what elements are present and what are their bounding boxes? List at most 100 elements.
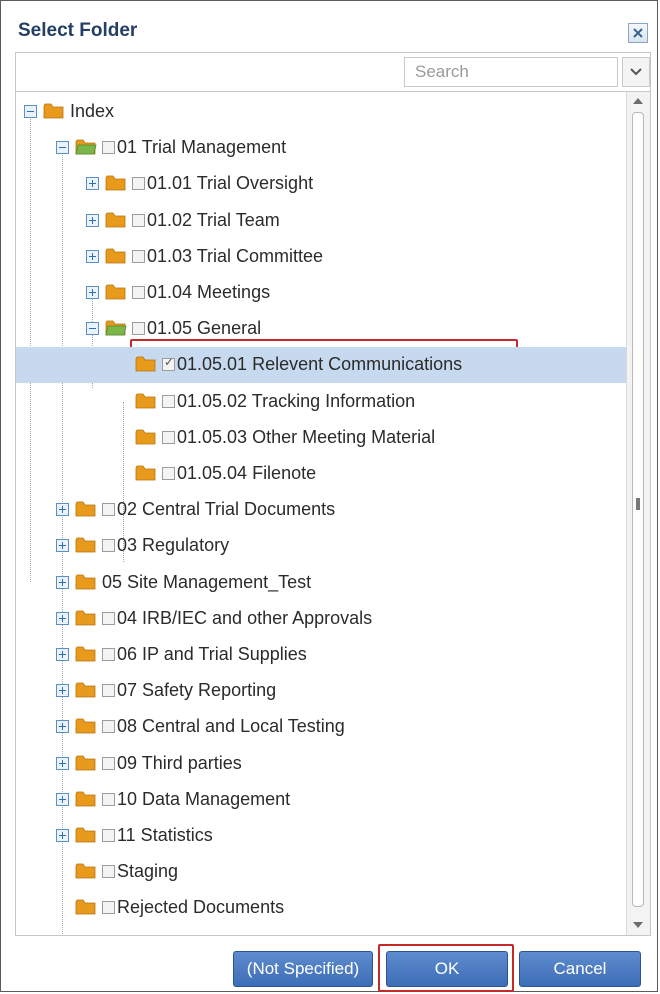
folder-icon — [75, 862, 97, 880]
scroll-grip-icon — [636, 498, 640, 510]
folder-checkbox[interactable] — [102, 865, 115, 879]
scroll-up-icon[interactable] — [633, 98, 643, 104]
folder-icon — [135, 464, 157, 482]
folder-checkbox[interactable] — [102, 141, 115, 155]
tree-item[interactable]: 01.03 Trial Committee — [16, 239, 626, 275]
tree-item-label: Index — [70, 101, 115, 121]
folder-checkbox[interactable] — [162, 355, 175, 372]
folder-checkbox[interactable] — [102, 539, 115, 553]
tree-item[interactable]: 01.05.04 Filenote — [16, 456, 626, 492]
tree-item-label: Rejected Documents — [117, 897, 285, 918]
folder-icon — [75, 500, 97, 518]
folder-checkbox[interactable] — [162, 467, 175, 480]
folder-icon — [75, 536, 97, 554]
folder-checkbox[interactable] — [102, 648, 115, 661]
tree-item[interactable]: 11 Statistics — [16, 818, 626, 854]
folder-checkbox[interactable] — [102, 684, 115, 698]
folder-checkbox[interactable] — [162, 430, 175, 444]
tree-item[interactable]: 07 Safety Reporting — [16, 673, 626, 709]
folder-checkbox[interactable] — [132, 213, 145, 227]
scroll-thumb[interactable] — [632, 112, 644, 907]
tree-item[interactable]: 04 IRB/IEC and other Approvals — [16, 601, 626, 637]
folder-icon — [105, 247, 127, 265]
collapse-icon[interactable] — [86, 322, 99, 336]
folder-checkbox[interactable] — [102, 720, 115, 734]
expand-icon[interactable] — [56, 720, 69, 734]
expand-icon[interactable] — [86, 213, 99, 227]
expand-icon[interactable] — [86, 249, 99, 263]
tree-item[interactable]: 10 Data Management — [16, 782, 626, 818]
folder-checkbox[interactable] — [162, 394, 175, 408]
folder-checkbox[interactable] — [102, 611, 115, 625]
folder-checkbox[interactable] — [102, 829, 115, 842]
folder-icon — [75, 645, 97, 663]
folder-checkbox[interactable] — [102, 901, 115, 915]
folder-icon — [75, 138, 97, 156]
expand-icon[interactable] — [56, 756, 69, 770]
tree-item-label: Staging — [117, 861, 179, 882]
tree-item[interactable]: 01.04 Meetings — [16, 275, 626, 311]
folder-checkbox[interactable] — [132, 177, 145, 191]
expand-icon[interactable] — [56, 792, 69, 806]
search-dropdown-button[interactable] — [622, 57, 650, 87]
collapse-icon[interactable] — [56, 141, 69, 155]
tree-item[interactable]: 01 Trial Management — [16, 130, 626, 166]
expand-icon[interactable] — [56, 611, 69, 625]
tree-item[interactable]: 02 Central Trial Documents — [16, 492, 626, 528]
folder-checkbox[interactable] — [132, 249, 145, 263]
tree-item[interactable]: 08 Central and Local Testing — [16, 709, 626, 745]
expand-icon[interactable] — [56, 648, 69, 661]
tree-item[interactable]: Staging — [16, 854, 626, 890]
tree-item[interactable]: 01.05 General — [16, 311, 626, 347]
tree-item[interactable]: 06 IP and Trial Supplies — [16, 637, 626, 673]
expand-icon[interactable] — [56, 539, 69, 553]
tree-item-label: 01.02 Trial Team — [147, 209, 280, 230]
tree-item[interactable]: Index — [16, 94, 626, 130]
folder-checkbox[interactable] — [102, 756, 115, 770]
tree-item-label: 01.05 General — [147, 318, 262, 339]
tree-item-selected[interactable]: 01.05.01 Relevent Communications — [16, 347, 626, 384]
tree-scrollbar[interactable] — [626, 92, 650, 935]
tree-item-label: 04 IRB/IEC and other Approvals — [117, 607, 373, 628]
folder-icon — [75, 609, 97, 627]
tree-item[interactable]: 09 Third parties — [16, 746, 626, 782]
tree-item-label: 03 Regulatory — [117, 535, 230, 556]
tree-item[interactable]: 03 Regulatory — [16, 528, 626, 564]
folder-icon — [105, 319, 127, 337]
folder-icon — [135, 355, 157, 373]
folder-checkbox[interactable] — [132, 322, 145, 336]
tree-item[interactable]: 01.02 Trial Team — [16, 203, 626, 239]
folder-icon — [75, 826, 97, 844]
tree-item-label: 02 Central Trial Documents — [117, 499, 336, 520]
folder-icon — [75, 681, 97, 699]
folder-icon — [75, 754, 97, 772]
search-bar — [15, 52, 651, 92]
folder-checkbox[interactable] — [102, 792, 115, 806]
expand-icon[interactable] — [86, 177, 99, 191]
expand-icon[interactable] — [56, 829, 69, 842]
tree-item[interactable]: 05 Site Management_Test — [16, 565, 626, 601]
not-specified-button[interactable]: (Not Specified) — [233, 951, 373, 987]
folder-icon — [105, 174, 127, 192]
tree-item-label: 01.05.03 Other Meeting Material — [177, 426, 436, 447]
folder-checkbox[interactable] — [102, 503, 115, 517]
folder-icon — [75, 573, 97, 591]
close-button[interactable] — [628, 23, 648, 43]
folder-icon — [75, 898, 97, 916]
expand-icon[interactable] — [56, 575, 69, 589]
scroll-down-icon[interactable] — [633, 922, 643, 928]
folder-checkbox[interactable] — [132, 286, 145, 299]
tree-item[interactable]: 01.05.03 Other Meeting Material — [16, 420, 626, 456]
tree-item-label: 09 Third parties — [117, 752, 242, 773]
expand-icon[interactable] — [56, 684, 69, 698]
expand-icon[interactable] — [56, 503, 69, 517]
expand-icon[interactable] — [86, 286, 99, 299]
ok-button[interactable]: OK — [386, 951, 508, 987]
tree-item[interactable]: 01.01 Trial Oversight — [16, 166, 626, 202]
collapse-icon[interactable] — [24, 105, 37, 118]
tree-item[interactable]: 01.05.02 Tracking Information — [16, 384, 626, 420]
tree-item-label: 01.03 Trial Committee — [147, 245, 324, 266]
tree-item[interactable]: Rejected Documents — [16, 890, 626, 926]
cancel-button[interactable]: Cancel — [519, 951, 641, 987]
search-input[interactable] — [404, 57, 618, 87]
